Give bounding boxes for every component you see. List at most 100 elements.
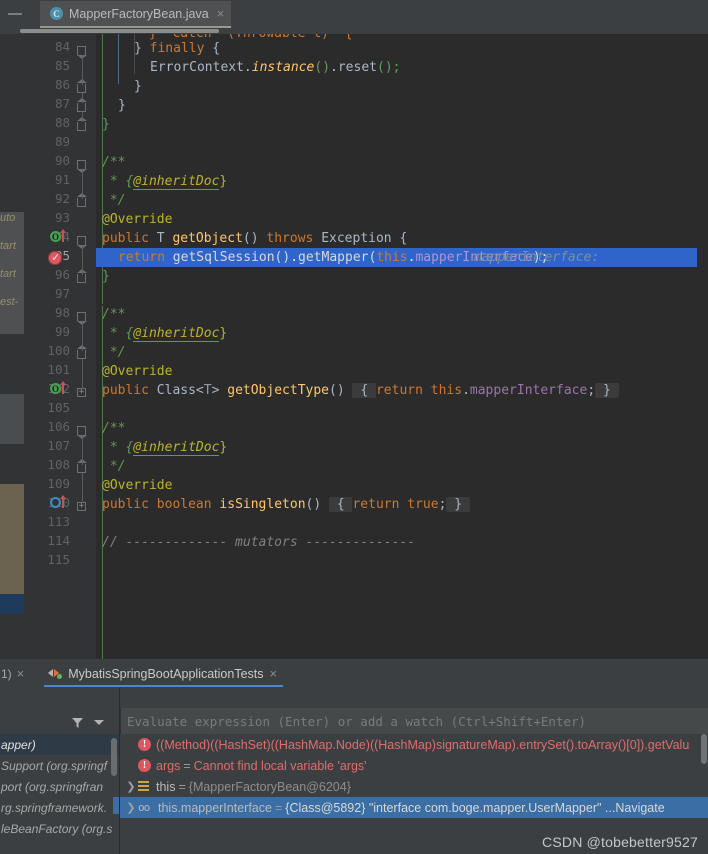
frame-label: apper)	[1, 737, 36, 752]
frame-row[interactable]: apper)	[0, 734, 119, 755]
line-number-87: 87	[54, 96, 70, 111]
line-number-98: 98	[54, 305, 70, 320]
line-number-113: 113	[47, 514, 70, 529]
session-tab-label: MybatisSpringBootApplicationTests	[68, 666, 264, 681]
line-number-100: 100	[47, 343, 70, 358]
variable-name: this	[156, 779, 176, 794]
frame-row[interactable]: rg.springframework.	[0, 797, 119, 818]
session-tab-stub[interactable]: 1) ×	[0, 666, 24, 681]
session-tab-mybatis-tests[interactable]: MybatisSpringBootApplicationTests ×	[38, 659, 285, 688]
fold-arrow-92[interactable]	[77, 193, 88, 209]
frame-label: Support (org.springf	[1, 758, 108, 773]
ide-window: C MapperFactoryBean.java × uto tart tart…	[0, 0, 708, 854]
line-number-105: 105	[47, 400, 70, 415]
frame-label: port (org.springfran	[1, 779, 104, 794]
line-number-85: 85	[54, 58, 70, 73]
line-number-106: 106	[47, 419, 70, 434]
editor-tab-bar: C MapperFactoryBean.java ×	[0, 0, 708, 28]
line-number-101: 101	[47, 362, 70, 377]
variable-row[interactable]: ❯ oo this.mapperInterface = {Class@5892} "in…	[120, 797, 708, 818]
close-icon[interactable]: ×	[270, 666, 278, 681]
variable-name: this.mapperInterface	[158, 800, 272, 815]
selection-edge-marker	[113, 797, 119, 814]
frames-scrollbar-thumb[interactable]	[111, 738, 117, 776]
line-number-108: 108	[47, 457, 70, 472]
line-number-93: 93	[54, 210, 70, 225]
frame-row[interactable]: Support (org.springf	[0, 755, 119, 776]
object-value-icon	[138, 781, 151, 792]
evaluate-placeholder: Evaluate expression (Enter) or add a wat…	[127, 713, 587, 729]
left-peek-text-1: tart	[0, 240, 16, 252]
override-marker-94[interactable]: O	[50, 229, 72, 243]
class-value-icon: oo	[138, 801, 150, 814]
line-number-115: 115	[47, 552, 70, 567]
fold-expand-110[interactable]: +	[77, 502, 88, 513]
scrollbar-thumb[interactable]	[20, 29, 219, 33]
variable-value: {MapperFactoryBean@6204}	[188, 779, 351, 794]
editor-tab-mapperfactorybean[interactable]: C MapperFactoryBean.java ×	[40, 1, 232, 28]
variable-name: ((Method)((HashSet)((HashMap.Node)((Hash…	[156, 737, 690, 752]
debug-session-tab-bar: 1) × MybatisSpringBootApplicationTests ×	[0, 659, 708, 688]
variable-name: args	[156, 758, 181, 773]
session-stub-label: 1)	[1, 666, 12, 681]
code-text-area[interactable]: } catch (Throwable t) { } finally { Erro…	[96, 34, 708, 659]
editor-tab-label: MapperFactoryBean.java	[69, 6, 209, 21]
expand-chevron-icon[interactable]: ❯	[124, 780, 138, 793]
watermark: CSDN @tobebetter9527	[542, 834, 698, 850]
filter-icon[interactable]	[66, 712, 88, 732]
variable-row[interactable]: ! ((Method)((HashSet)((HashMap.Node)((Has…	[120, 734, 708, 755]
frames-list[interactable]: apper) Support (org.springf port (org.spri…	[0, 734, 119, 854]
close-icon[interactable]: ×	[17, 666, 25, 681]
close-icon[interactable]: ×	[217, 6, 225, 21]
inline-debug-hint: mapperInterface:	[474, 250, 600, 265]
left-peek-text-3: est-	[0, 296, 19, 308]
evaluate-expression-input[interactable]: Evaluate expression (Enter) or add a wat…	[120, 708, 708, 734]
debugger-panel: apper) Support (org.springf port (org.spri…	[0, 688, 708, 854]
line-number-99: 99	[54, 324, 70, 339]
frame-label: leBeanFactory (org.s	[1, 821, 113, 836]
editor-error-stripe[interactable]	[697, 34, 708, 659]
line-number-97: 97	[54, 286, 70, 301]
variable-row[interactable]: ! args = Cannot find local variable 'args'	[120, 755, 708, 776]
collapse-dash-icon	[8, 13, 22, 15]
line-number-114: 114	[47, 533, 70, 548]
code-editor[interactable]: uto tart tart est- 84 85 86 87 88 89 90 91 92 93 9…	[0, 34, 708, 659]
variable-row[interactable]: ❯ this = {MapperFactoryBean@6204}	[120, 776, 708, 797]
implementation-marker-110[interactable]	[50, 495, 72, 509]
expand-chevron-icon[interactable]: ❯	[124, 801, 138, 814]
navigate-link[interactable]: Navigate	[615, 801, 664, 815]
editor-gutter[interactable]: 8485868788899091929394959697989910010110…	[24, 34, 96, 659]
line-number-84: 84	[54, 39, 70, 54]
breakpoint-line-95[interactable]: ✓	[48, 251, 62, 265]
tool-window-stub	[0, 0, 40, 28]
override-marker-102[interactable]: O	[50, 381, 72, 395]
frame-row[interactable]: port (org.springfran	[0, 776, 119, 797]
line-number-109: 109	[47, 476, 70, 491]
equals-sign: =	[183, 758, 191, 773]
line-number-96: 96	[54, 267, 70, 282]
line-number-107: 107	[47, 438, 70, 453]
line-number-86: 86	[54, 77, 70, 92]
line-number-88: 88	[54, 115, 70, 130]
fold-arrow-88[interactable]	[77, 117, 88, 133]
line-number-90: 90	[54, 153, 70, 168]
left-peek-text-2: tart	[0, 268, 16, 280]
line-number-95: 95	[54, 248, 70, 263]
debug-session-icon	[48, 667, 63, 680]
frame-row[interactable]: leBeanFactory (org.s	[0, 818, 119, 839]
error-icon: !	[138, 759, 151, 772]
check-icon: ✓	[51, 251, 61, 264]
fold-expand-102[interactable]: +	[77, 388, 88, 399]
line-number-89: 89	[54, 134, 70, 149]
line-number-91: 91	[54, 172, 70, 187]
line-number-92: 92	[54, 191, 70, 206]
variable-value: {Class@5892} "interface com.boge.mapper.…	[285, 800, 616, 815]
equals-sign: =	[178, 779, 186, 794]
chevron-down-icon[interactable]	[90, 712, 108, 732]
variable-value: Cannot find local variable 'args'	[193, 758, 367, 773]
left-peek-text-0: uto	[0, 212, 16, 224]
java-class-icon: C	[50, 7, 63, 20]
error-icon: !	[138, 738, 151, 751]
equals-sign: =	[274, 800, 283, 815]
fold-arrow-96[interactable]	[77, 269, 88, 285]
